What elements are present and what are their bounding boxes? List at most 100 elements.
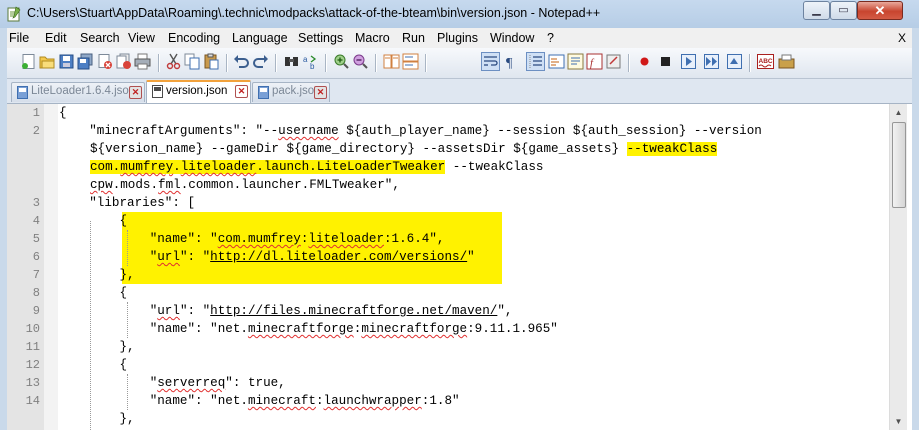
record-macro-icon[interactable] <box>636 53 653 70</box>
tab-close-icon[interactable]: ✕ <box>235 85 248 98</box>
menu-search[interactable]: Search <box>80 31 120 45</box>
code-line: "name": "com.mumfrey:liteloader:1.6.4", <box>59 232 445 246</box>
folder-workspace-icon[interactable] <box>605 53 622 70</box>
menu-settings[interactable]: Settings <box>298 31 343 45</box>
menu-macro[interactable]: Macro <box>355 31 390 45</box>
scrollbar-thumb[interactable] <box>892 122 906 208</box>
close-file-icon[interactable] <box>96 53 113 70</box>
menu-view[interactable]: View <box>128 31 155 45</box>
close-icon: ✕ <box>874 3 886 18</box>
menu-edit[interactable]: Edit <box>45 31 67 45</box>
line-number: 5 <box>32 232 40 246</box>
code-line: "libraries": [ <box>59 196 196 210</box>
run-macro-multiple-icon[interactable] <box>703 53 720 70</box>
line-number: 8 <box>32 286 40 300</box>
line-number: 7 <box>32 268 40 282</box>
notepadpp-app-icon[interactable] <box>7 6 21 22</box>
scroll-down-arrow-icon[interactable]: ▼ <box>890 413 907 430</box>
url-link[interactable]: http://dl.liteloader.com/versions/ <box>210 250 467 264</box>
scroll-up-arrow-icon[interactable]: ▲ <box>890 104 907 121</box>
file-saved-icon <box>152 85 163 98</box>
menu-file[interactable]: File <box>9 31 29 45</box>
title-bar[interactable]: C:\Users\Stuart\AppData\Roaming\.technic… <box>0 0 919 28</box>
show-all-characters-icon[interactable]: ¶ <box>503 53 520 70</box>
find-icon[interactable] <box>283 53 300 70</box>
undo-icon[interactable] <box>233 53 250 70</box>
svg-text:¶: ¶ <box>506 56 513 70</box>
code-line-wrapped: com.mumfrey.liteloader.launch.LiteLoader… <box>90 160 544 174</box>
function-list-icon[interactable]: f <box>586 53 603 70</box>
menu-encoding[interactable]: Encoding <box>168 31 220 45</box>
menu-plugins[interactable]: Plugins <box>437 31 478 45</box>
svg-text:a: a <box>303 55 308 64</box>
line-number: 14 <box>25 394 40 408</box>
paste-icon[interactable] <box>203 53 220 70</box>
file-saved-icon <box>17 86 28 99</box>
close-document-button[interactable]: X <box>898 31 906 45</box>
maximize-icon: ▭ <box>838 4 849 16</box>
tab-close-icon[interactable]: ✕ <box>314 86 327 99</box>
save-icon[interactable] <box>58 53 75 70</box>
replace-icon[interactable]: ab <box>302 53 319 70</box>
cut-icon[interactable] <box>165 53 182 70</box>
new-file-icon[interactable] <box>20 53 37 70</box>
window-frame-right <box>912 28 919 430</box>
tab-bar: LiteLoader1.6.4.json ✕ version.json ✕ pa… <box>7 79 912 104</box>
maximize-button[interactable]: ▭ <box>830 1 857 20</box>
word-wrap-icon[interactable] <box>481 52 500 71</box>
print-icon[interactable] <box>134 53 151 70</box>
code-line: "name": "net.minecraftforge:minecraftfor… <box>59 322 558 336</box>
copy-icon[interactable] <box>184 53 201 70</box>
document-map-icon[interactable] <box>567 53 584 70</box>
menu-run[interactable]: Run <box>402 31 425 45</box>
tab-liteloader-json[interactable]: LiteLoader1.6.4.json ✕ <box>11 82 145 102</box>
sync-vertical-icon[interactable] <box>383 53 400 70</box>
menu-language[interactable]: Language <box>232 31 288 45</box>
user-defined-language-icon[interactable] <box>548 53 565 70</box>
play-macro-icon[interactable] <box>680 53 697 70</box>
code-line: "serverreq": true, <box>59 376 286 390</box>
toolbar-separator <box>275 54 276 72</box>
menu-help[interactable]: ? <box>547 31 554 45</box>
sync-horizontal-icon[interactable] <box>402 53 419 70</box>
fold-margin[interactable] <box>44 104 58 430</box>
save-all-icon[interactable] <box>77 53 94 70</box>
tab-close-icon[interactable]: ✕ <box>129 86 142 99</box>
line-number: 1 <box>32 106 40 120</box>
code-line: { <box>59 106 67 120</box>
code-line: "url": "http://dl.liteloader.com/version… <box>59 250 475 264</box>
close-button[interactable]: ✕ <box>857 1 903 20</box>
menu-window[interactable]: Window <box>490 31 534 45</box>
tab-version-json[interactable]: version.json ✕ <box>146 80 251 103</box>
code-line: { <box>59 286 128 300</box>
vertical-scrollbar[interactable]: ▲ ▼ <box>889 104 907 430</box>
menu-bar: File Edit Search View Encoding Language … <box>7 28 912 48</box>
line-number: 10 <box>25 322 40 336</box>
spell-check-settings-icon[interactable] <box>778 53 795 70</box>
minimize-icon: ▁ <box>812 4 821 16</box>
close-all-icon[interactable] <box>115 53 132 70</box>
toolbar-separator <box>628 54 629 72</box>
code-area[interactable]: { "minecraftArguments": "--username ${au… <box>59 104 889 430</box>
url-link[interactable]: http://files.minecraftforge.net/maven/ <box>210 304 497 318</box>
code-line: }, <box>59 412 135 426</box>
zoom-in-icon[interactable] <box>333 53 350 70</box>
indent-guide-icon[interactable] <box>526 52 545 71</box>
redo-icon[interactable] <box>252 53 269 70</box>
code-line: "name": "net.minecraft:launchwrapper:1.8… <box>59 394 460 408</box>
stop-macro-icon[interactable] <box>657 53 674 70</box>
editor-pane[interactable]: 1 2 3 4 5 6 7 8 9 10 11 12 13 14 { "mine… <box>7 104 912 430</box>
toolbar: ab ¶ f ABC <box>7 48 912 79</box>
minimize-button[interactable]: ▁ <box>803 1 830 20</box>
tab-label: LiteLoader1.6.4.json <box>31 85 136 97</box>
open-file-icon[interactable] <box>39 53 56 70</box>
line-number: 12 <box>25 358 40 372</box>
svg-text:ABC: ABC <box>759 58 773 65</box>
zoom-out-icon[interactable] <box>352 53 369 70</box>
toolbar-separator <box>749 54 750 72</box>
spell-check-icon[interactable]: ABC <box>757 53 774 70</box>
save-macro-icon[interactable] <box>726 53 743 70</box>
toolbar-separator <box>375 54 376 72</box>
code-line-wrapped: ${version_name} --gameDir ${game_directo… <box>90 142 718 156</box>
tab-pack-json[interactable]: pack.json ✕ <box>252 82 330 102</box>
